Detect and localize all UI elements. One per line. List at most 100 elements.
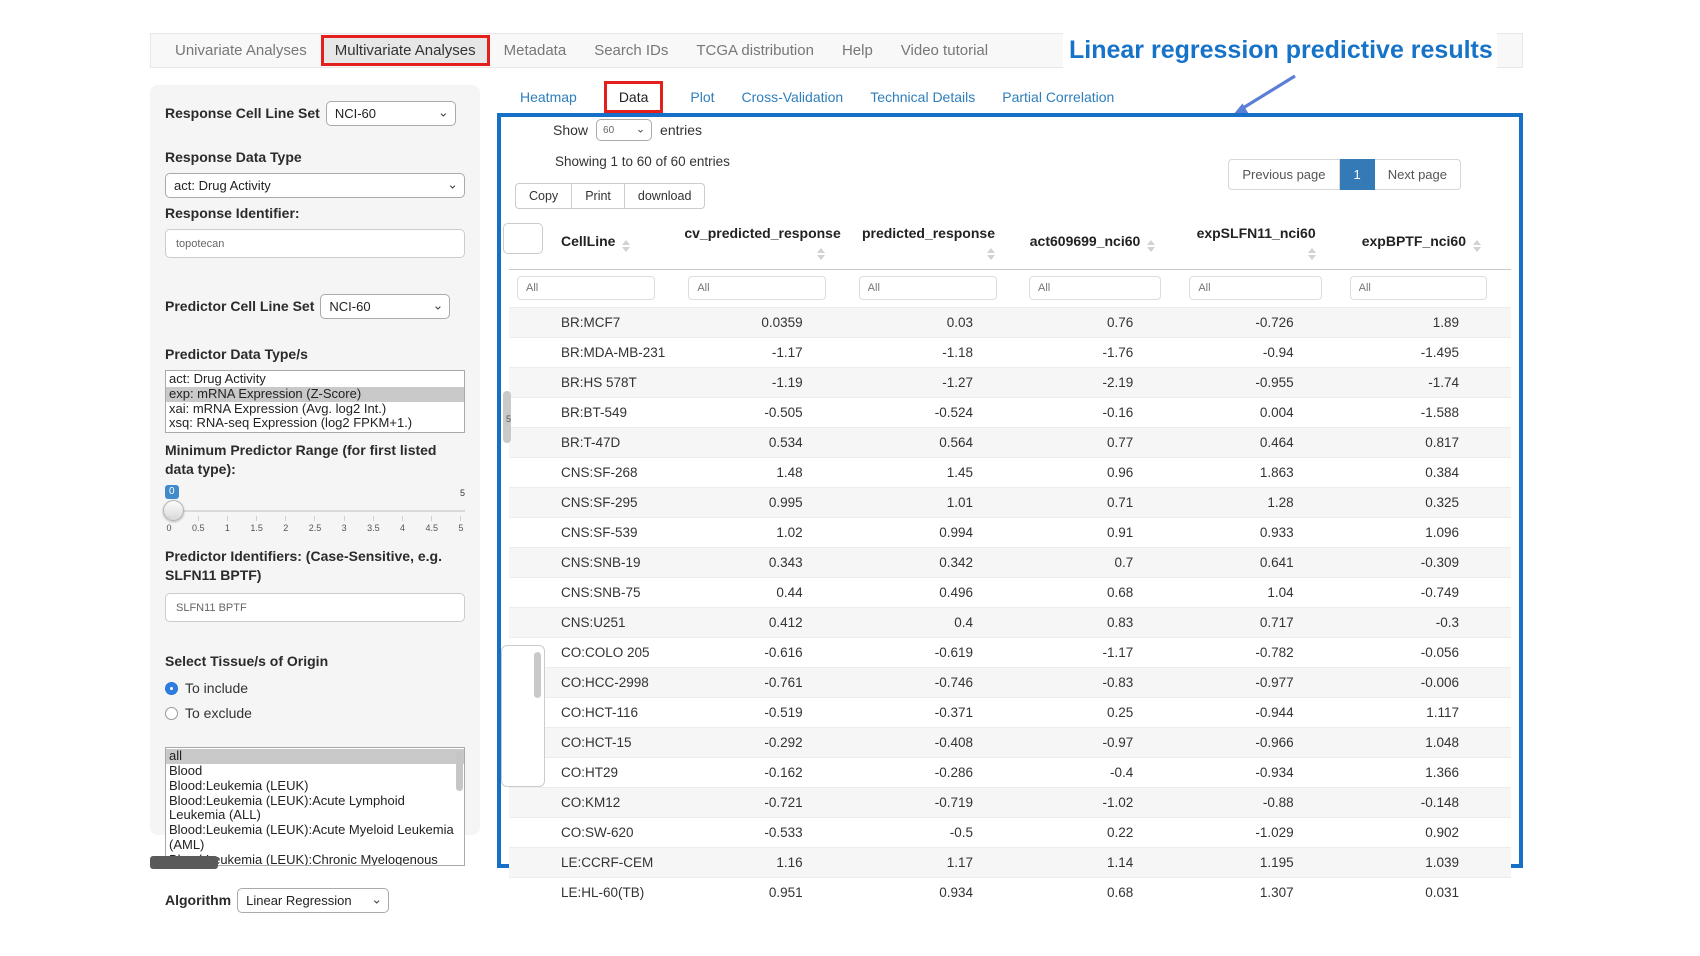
tab-data[interactable]: Data <box>604 81 664 113</box>
expbptf-cell: 0.902 <box>1346 818 1511 848</box>
cv-predicted-response-cell: -1.17 <box>684 338 854 368</box>
expbptf-cell: -0.749 <box>1346 578 1511 608</box>
algorithm-select[interactable]: Linear Regression <box>237 888 389 913</box>
list-option[interactable]: xai: mRNA Expression (Avg. log2 Int.) <box>166 402 464 417</box>
radio-unchecked-icon <box>165 707 178 720</box>
list-option[interactable]: Blood:Leukemia (LEUK):Acute Myeloid Leuk… <box>166 823 464 853</box>
table-header-row: CellLine cv_predicted_response predicted… <box>509 217 1511 270</box>
predictor-identifiers-input[interactable] <box>165 593 465 622</box>
act609699-cell: -0.83 <box>1025 668 1185 698</box>
download-button[interactable]: download <box>625 183 706 209</box>
predicted-response-cell: 0.564 <box>855 428 1025 458</box>
expbptf-cell: 0.817 <box>1346 428 1511 458</box>
page-1-button[interactable]: 1 <box>1340 159 1375 190</box>
act609699-cell: -1.76 <box>1025 338 1185 368</box>
column-filter-input[interactable] <box>859 276 997 300</box>
column-header-predicted-response[interactable]: predicted_response <box>855 217 1025 270</box>
pagination: Previous page 1 Next page <box>1228 159 1461 190</box>
column-filter-input[interactable] <box>1029 276 1161 300</box>
column-filter-input[interactable] <box>517 276 655 300</box>
predicted-response-cell: 0.496 <box>855 578 1025 608</box>
nav-item-metadata[interactable]: Metadata <box>490 35 581 66</box>
expbptf-cell: 1.89 <box>1346 308 1511 338</box>
table-row: CNS:SNB-19 0.343 0.342 0.7 0.641 -0.309 <box>509 548 1511 578</box>
response-data-type-select[interactable]: act: Drug Activity <box>165 173 465 198</box>
cv-predicted-response-cell: -0.533 <box>684 818 854 848</box>
column-header-expbptf-nci60[interactable]: expBPTF_nci60 <box>1346 217 1511 270</box>
results-tabs: Heatmap Data Plot Cross-Validation Techn… <box>520 82 1114 112</box>
list-option[interactable]: Blood:Leukemia (LEUK) <box>166 779 464 794</box>
cellline-cell: CNS:SF-268 <box>509 458 684 488</box>
table-filter-row <box>509 270 1511 308</box>
slider-track[interactable] <box>165 510 465 512</box>
nav-item-multivariate-analyses[interactable]: Multivariate Analyses <box>321 35 490 66</box>
response-cell-line-set-select[interactable]: NCI-60 <box>326 101 456 126</box>
predictor-data-types-listbox: act: Drug Activity exp: mRNA Expression … <box>165 370 465 433</box>
table-row: CO:KM12 -0.721 -0.719 -1.02 -0.88 -0.148 <box>509 788 1511 818</box>
nav-item-tcga-distribution[interactable]: TCGA distribution <box>682 35 828 66</box>
response-cell-line-set-label: Response Cell Line Set <box>165 104 320 123</box>
act609699-cell: 0.68 <box>1025 578 1185 608</box>
expslfn11-cell: -0.966 <box>1185 728 1345 758</box>
tab-heatmap[interactable]: Heatmap <box>520 89 577 105</box>
tab-plot[interactable]: Plot <box>690 89 714 105</box>
sort-icon[interactable] <box>622 240 630 252</box>
list-option[interactable]: Blood:Leukemia (LEUK):Acute Lymphoid Leu… <box>166 794 464 824</box>
expslfn11-cell: -0.944 <box>1185 698 1345 728</box>
predicted-response-cell: -0.619 <box>855 638 1025 668</box>
next-page-button[interactable]: Next page <box>1375 159 1461 190</box>
sort-icon[interactable] <box>817 248 825 260</box>
cv-predicted-response-cell: -0.519 <box>684 698 854 728</box>
list-option-selected[interactable]: all <box>166 749 464 764</box>
column-filter-input[interactable] <box>688 276 826 300</box>
scrollbar-thumb[interactable] <box>456 751 463 791</box>
response-identifier-input[interactable] <box>165 229 465 258</box>
radio-to-exclude[interactable]: To exclude <box>165 705 465 721</box>
copy-button[interactable]: Copy <box>515 183 572 209</box>
cellline-cell: BR:HS 578T <box>509 368 684 398</box>
table-row: BR:MCF7 0.0359 0.03 0.76 -0.726 1.89 <box>509 308 1511 338</box>
nav-item-help[interactable]: Help <box>828 35 887 66</box>
tab-partial-correlation[interactable]: Partial Correlation <box>1002 89 1114 105</box>
column-header-act609699-nci60[interactable]: act609699_nci60 <box>1025 217 1185 270</box>
nav-item-univariate-analyses[interactable]: Univariate Analyses <box>161 35 321 66</box>
previous-page-button[interactable]: Previous page <box>1228 159 1339 190</box>
expslfn11-cell: -0.88 <box>1185 788 1345 818</box>
print-button[interactable]: Print <box>572 183 625 209</box>
sort-icon[interactable] <box>1308 248 1316 260</box>
sort-icon[interactable] <box>1147 240 1155 252</box>
expbptf-cell: 1.117 <box>1346 698 1511 728</box>
nav-item-video-tutorial[interactable]: Video tutorial <box>887 35 1002 66</box>
cv-predicted-response-cell: -0.292 <box>684 728 854 758</box>
list-option[interactable]: Blood <box>166 764 464 779</box>
column-header-cv-predicted-response[interactable]: cv_predicted_response <box>684 217 854 270</box>
table-row: CO:HT29 -0.162 -0.286 -0.4 -0.934 1.366 <box>509 758 1511 788</box>
radio-to-include[interactable]: To include <box>165 680 465 696</box>
expbptf-cell: -0.309 <box>1346 548 1511 578</box>
page-length-select[interactable]: 60 <box>596 119 652 141</box>
radio-checked-icon <box>165 682 178 695</box>
list-option[interactable]: xsq: RNA-seq Expression (log2 FPKM+1.) <box>166 416 464 431</box>
tab-technical-details[interactable]: Technical Details <box>870 89 975 105</box>
nav-item-search-ids[interactable]: Search IDs <box>580 35 682 66</box>
sort-icon[interactable] <box>987 248 995 260</box>
list-option[interactable]: act: Drug Activity <box>166 372 464 387</box>
tab-cross-validation[interactable]: Cross-Validation <box>742 89 844 105</box>
column-header-expslfn11-nci60[interactable]: expSLFN11_nci60 <box>1185 217 1345 270</box>
predicted-response-cell: 0.994 <box>855 518 1025 548</box>
cellline-cell: CO:SW-620 <box>509 818 684 848</box>
cellline-cell: CNS:SF-295 <box>509 488 684 518</box>
column-filter-input[interactable] <box>1189 276 1321 300</box>
cv-predicted-response-cell: 0.951 <box>684 878 854 908</box>
list-option-selected[interactable]: exp: mRNA Expression (Z-Score) <box>166 387 464 402</box>
table-row: CNS:SNB-75 0.44 0.496 0.68 1.04 -0.749 <box>509 578 1511 608</box>
expslfn11-cell: -0.782 <box>1185 638 1345 668</box>
sort-icon[interactable] <box>1473 240 1481 252</box>
radio-label: To exclude <box>185 705 252 721</box>
expslfn11-cell: -0.94 <box>1185 338 1345 368</box>
table-row: CO:HCC-2998 -0.761 -0.746 -0.83 -0.977 -… <box>509 668 1511 698</box>
act609699-cell: 0.96 <box>1025 458 1185 488</box>
column-filter-input[interactable] <box>1350 276 1487 300</box>
expslfn11-cell: -0.955 <box>1185 368 1345 398</box>
predictor-cell-line-set-select[interactable]: NCI-60 <box>320 294 450 319</box>
